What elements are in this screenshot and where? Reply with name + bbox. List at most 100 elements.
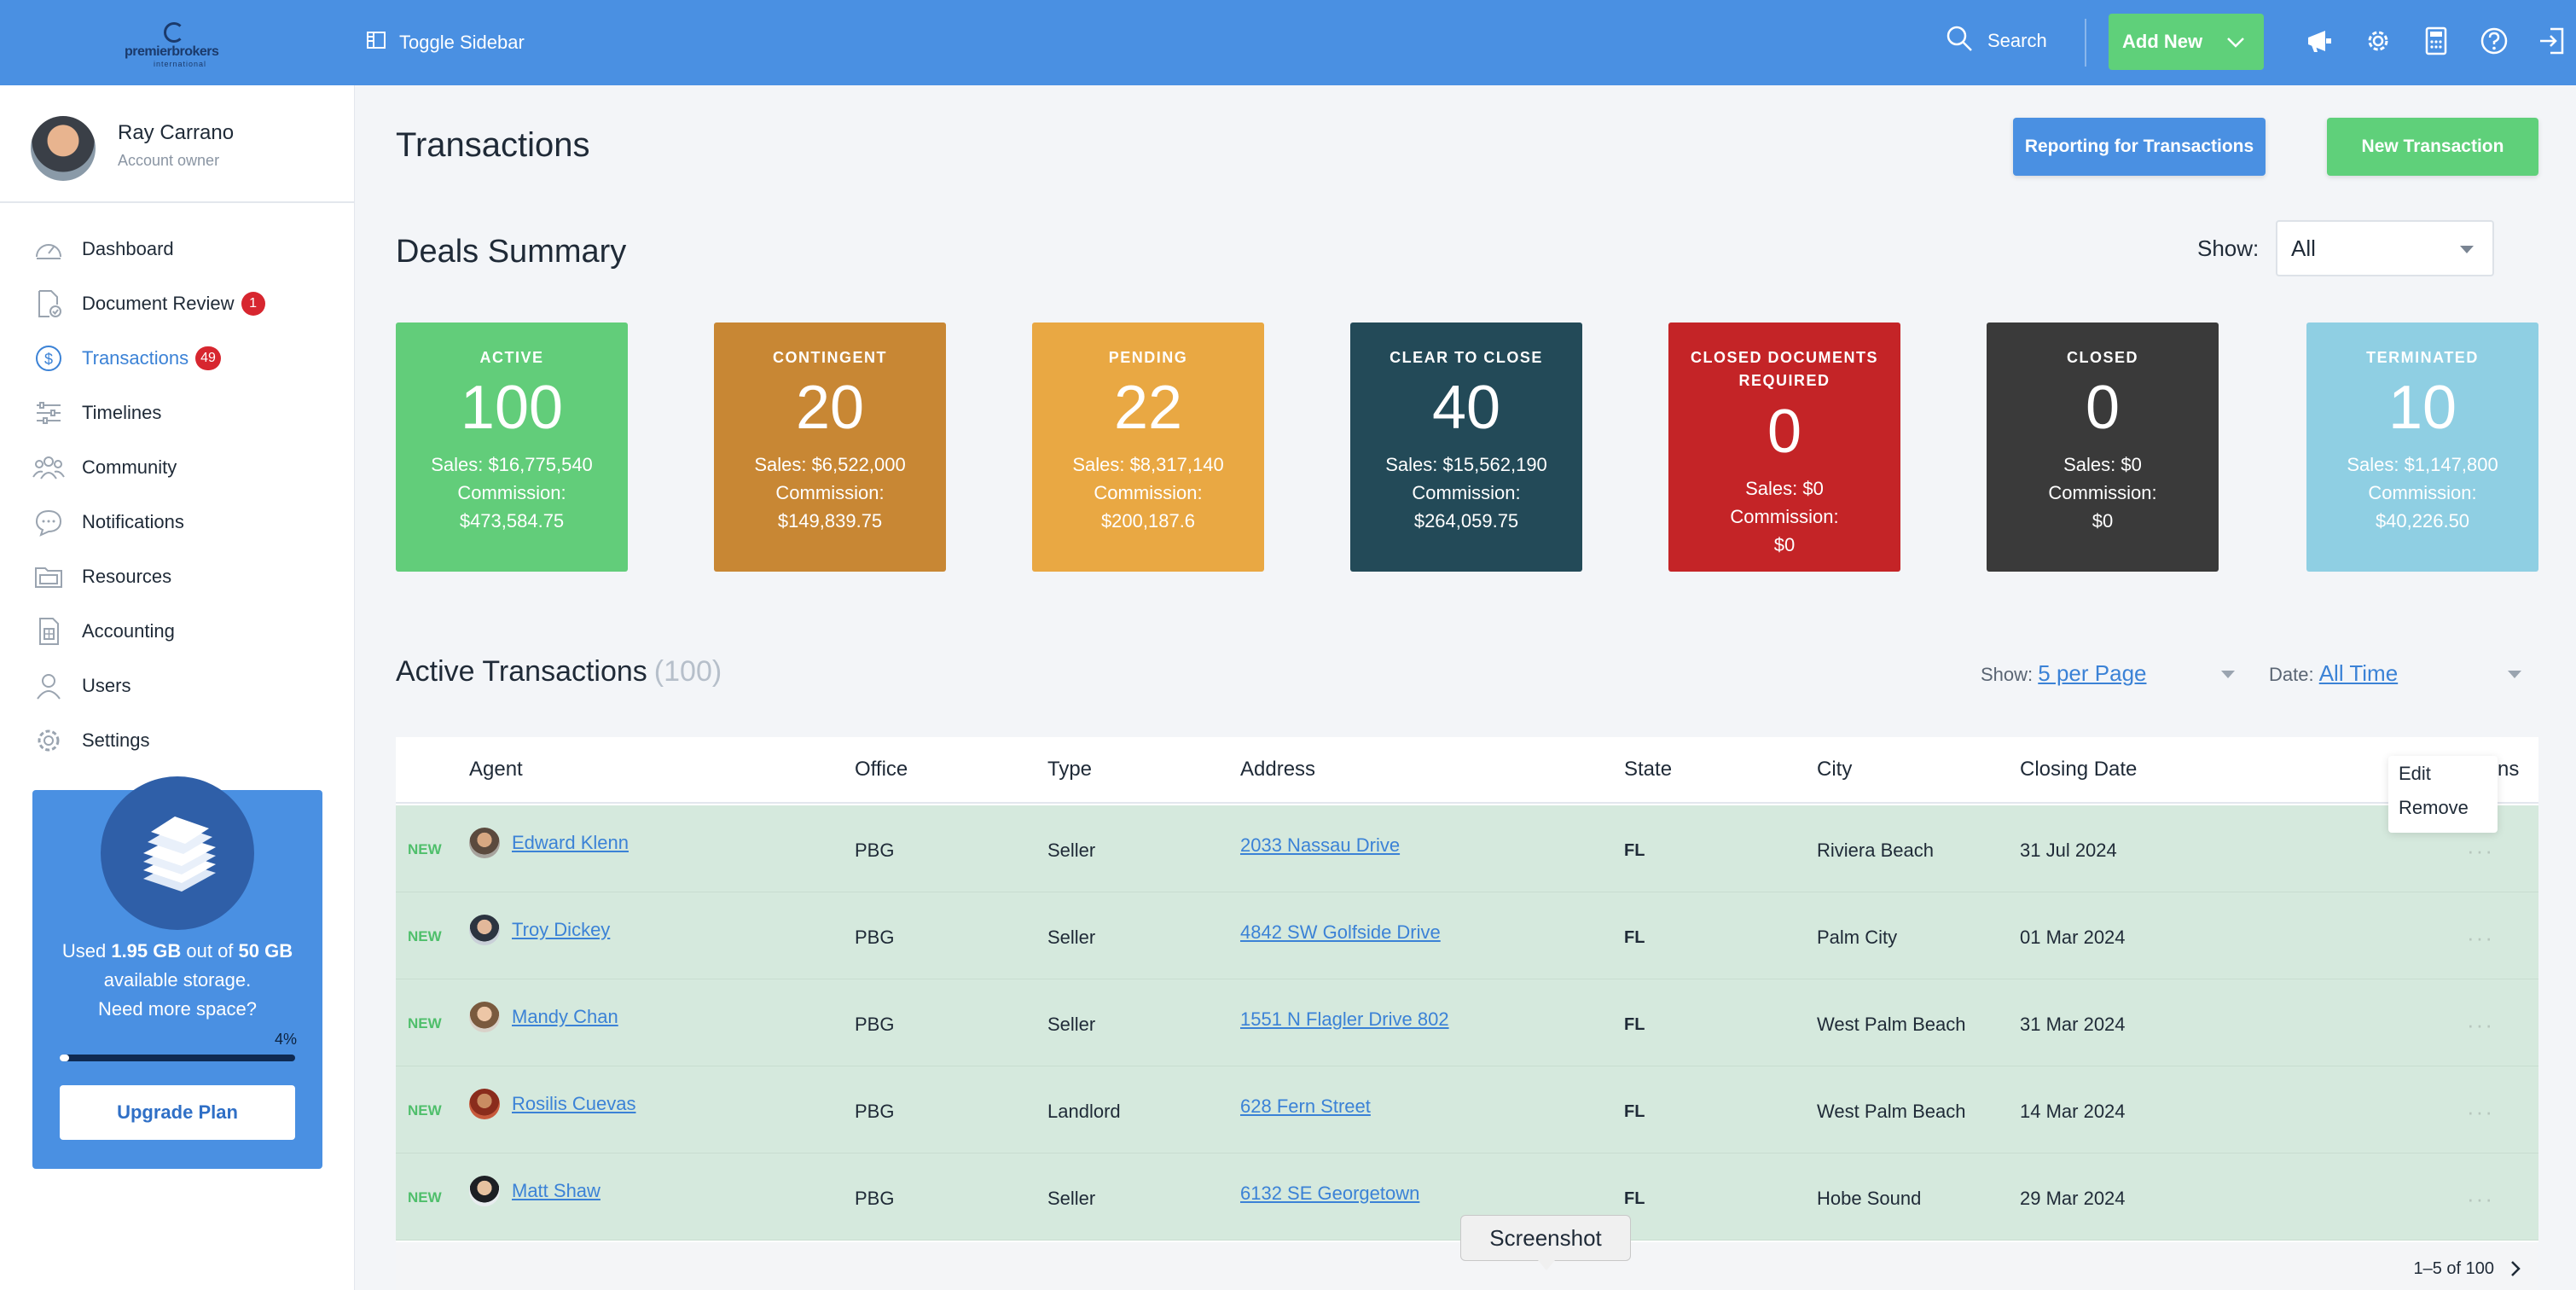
agent-link[interactable]: Rosilis Cuevas — [512, 1093, 636, 1115]
type-cell: Seller — [1047, 1188, 1096, 1209]
sidebar-item-transactions[interactable]: $ Transactions 49 — [0, 331, 355, 386]
document-review-badge: 1 — [241, 292, 265, 316]
card-sales: Sales: $6,522,000 — [754, 454, 906, 475]
menu-item-remove[interactable]: Remove — [2399, 797, 2469, 819]
deal-card-pending[interactable]: PENDING 22 Sales: $8,317,140 Commission:… — [1032, 322, 1264, 572]
address-link[interactable]: 6132 SE Georgetown — [1240, 1182, 1419, 1204]
more-actions-icon[interactable]: ··· — [2467, 1012, 2501, 1037]
card-label: CLOSED — [2066, 349, 2138, 366]
agent-link[interactable]: Troy Dickey — [512, 919, 610, 941]
search-button[interactable]: Search — [1945, 24, 2047, 58]
sidebar-item-document-review[interactable]: Document Review 1 — [0, 276, 355, 331]
active-transactions-count: (100) — [653, 655, 722, 688]
column-header-city[interactable]: City — [1817, 758, 1852, 782]
card-count: 10 — [2387, 374, 2457, 442]
megaphone-icon[interactable] — [2303, 24, 2337, 58]
page-title: Transactions — [396, 126, 590, 164]
company-logo[interactable]: premierbrokers international — [119, 19, 239, 70]
per-page-select[interactable]: Show: 5 per Page — [1981, 660, 2235, 687]
toggle-sidebar-button[interactable]: Toggle Sidebar — [367, 26, 525, 60]
more-actions-icon[interactable]: ··· — [2467, 925, 2501, 950]
table-row[interactable]: NEW Edward Klenn PBG Seller 2033 Nassau … — [396, 805, 2538, 892]
address-link[interactable]: 628 Fern Street — [1240, 1095, 1371, 1117]
avatar — [469, 1089, 500, 1119]
card-commission-label: Commission: — [2368, 482, 2477, 503]
sidebar-nav: Dashboard Document Review 1 $ Transactio… — [0, 222, 355, 768]
avatar — [469, 1176, 500, 1206]
card-commission: $0 — [1773, 534, 1796, 555]
office-cell: PBG — [855, 1101, 895, 1122]
column-header-state[interactable]: State — [1624, 758, 1672, 782]
search-label: Search — [1987, 30, 2047, 51]
user-profile[interactable]: Ray Carrano Account owner — [31, 116, 338, 184]
status-badge: NEW — [408, 841, 442, 857]
sidebar-item-settings[interactable]: Settings — [0, 713, 355, 768]
reporting-for-transactions-button[interactable]: Reporting for Transactions — [2013, 118, 2266, 176]
deal-card-closed-documents-required[interactable]: CLOSED DOCUMENTS REQUIRED 0 Sales: $0 Co… — [1668, 322, 1900, 572]
sidebar-item-notifications[interactable]: Notifications — [0, 495, 355, 549]
agent-link[interactable]: Matt Shaw — [512, 1180, 600, 1202]
sidebar-item-dashboard[interactable]: Dashboard — [0, 222, 355, 276]
address-link[interactable]: 1551 N Flagler Drive 802 — [1240, 1008, 1449, 1030]
state-cell: FL — [1624, 928, 1645, 947]
column-header-agent[interactable]: Agent — [469, 758, 523, 782]
help-icon[interactable] — [2477, 24, 2511, 58]
sidebar-item-accounting[interactable]: Accounting — [0, 604, 355, 659]
more-actions-icon[interactable]: ··· — [2467, 1099, 2501, 1124]
deal-card-contingent[interactable]: CONTINGENT 20 Sales: $6,522,000 Commissi… — [714, 322, 946, 572]
topbar-divider — [2085, 19, 2086, 67]
card-label: ACTIVE — [479, 349, 544, 366]
sidebar-item-community[interactable]: Community — [0, 440, 355, 495]
per-page-label: Show: — [1981, 664, 2034, 685]
upgrade-plan-button[interactable]: Upgrade Plan — [60, 1085, 295, 1140]
column-header-actions[interactable]: ns — [2498, 758, 2519, 782]
more-actions-icon[interactable]: ··· — [2467, 838, 2501, 863]
menu-item-edit[interactable]: Edit — [2399, 763, 2431, 785]
deal-card-active[interactable]: ACTIVE 100 Sales: $16,775,540 Commission… — [396, 322, 628, 572]
gear-icon[interactable] — [2361, 24, 2395, 58]
agent-cell: Rosilis Cuevas — [469, 1089, 636, 1119]
new-transaction-button[interactable]: New Transaction — [2327, 118, 2538, 176]
storage-used-value: 1.95 GB — [111, 940, 182, 962]
date-filter-value[interactable]: All Time — [2319, 660, 2398, 686]
column-header-closing-date[interactable]: Closing Date — [2020, 758, 2137, 782]
agent-link[interactable]: Mandy Chan — [512, 1006, 618, 1028]
chevron-right-icon[interactable] — [2504, 1258, 2527, 1280]
deal-card-clear-to-close[interactable]: CLEAR TO CLOSE 40 Sales: $15,562,190 Com… — [1350, 322, 1582, 572]
card-sales: Sales: $0 — [1745, 478, 1824, 499]
sidebar-item-users[interactable]: Users — [0, 659, 355, 713]
table-row[interactable]: NEW Troy Dickey PBG Seller 4842 SW Golfs… — [396, 892, 2538, 979]
column-header-office[interactable]: Office — [855, 758, 908, 782]
sidebar-item-label: Notifications — [82, 511, 184, 532]
row-actions-menu: Edit Remove — [2388, 756, 2498, 833]
card-label: PENDING — [1108, 349, 1188, 366]
logout-icon[interactable] — [2535, 24, 2569, 58]
table-row[interactable]: NEW Rosilis Cuevas PBG Landlord 628 Fern… — [396, 1066, 2538, 1153]
storage-used-prefix: Used — [61, 940, 112, 962]
folder-icon — [32, 561, 65, 593]
column-header-address[interactable]: Address — [1240, 758, 1315, 782]
address-link[interactable]: 4842 SW Golfside Drive — [1240, 921, 1441, 943]
city-cell: Palm City — [1817, 927, 1898, 948]
column-header-type[interactable]: Type — [1047, 758, 1092, 782]
date-filter-select[interactable]: Date: All Time — [2269, 660, 2521, 687]
deals-show-select[interactable]: All — [2276, 220, 2494, 276]
sliders-icon — [32, 397, 65, 429]
office-cell: PBG — [855, 1014, 895, 1035]
agent-link[interactable]: Edward Klenn — [512, 832, 629, 854]
address-cell: 4842 SW Golfside Drive — [1240, 921, 1441, 944]
storage-more-text: Need more space? — [98, 998, 257, 1020]
address-link[interactable]: 2033 Nassau Drive — [1240, 834, 1400, 856]
sidebar-item-resources[interactable]: Resources — [0, 549, 355, 604]
sidebar-item-label: Resources — [82, 566, 172, 587]
sidebar-item-timelines[interactable]: Timelines — [0, 386, 355, 440]
deal-card-terminated[interactable]: TERMINATED 10 Sales: $1,147,800 Commissi… — [2306, 322, 2538, 572]
office-cell: PBG — [855, 1188, 895, 1209]
per-page-value[interactable]: 5 per Page — [2038, 660, 2146, 686]
storage-progress-fill — [60, 1055, 70, 1061]
add-new-button[interactable]: Add New — [2109, 14, 2264, 70]
more-actions-icon[interactable]: ··· — [2467, 1186, 2501, 1212]
table-row[interactable]: NEW Mandy Chan PBG Seller 1551 N Flagler… — [396, 979, 2538, 1066]
calculator-icon[interactable] — [2419, 24, 2453, 58]
deal-card-closed[interactable]: CLOSED 0 Sales: $0 Commission: $0 — [1987, 322, 2219, 572]
